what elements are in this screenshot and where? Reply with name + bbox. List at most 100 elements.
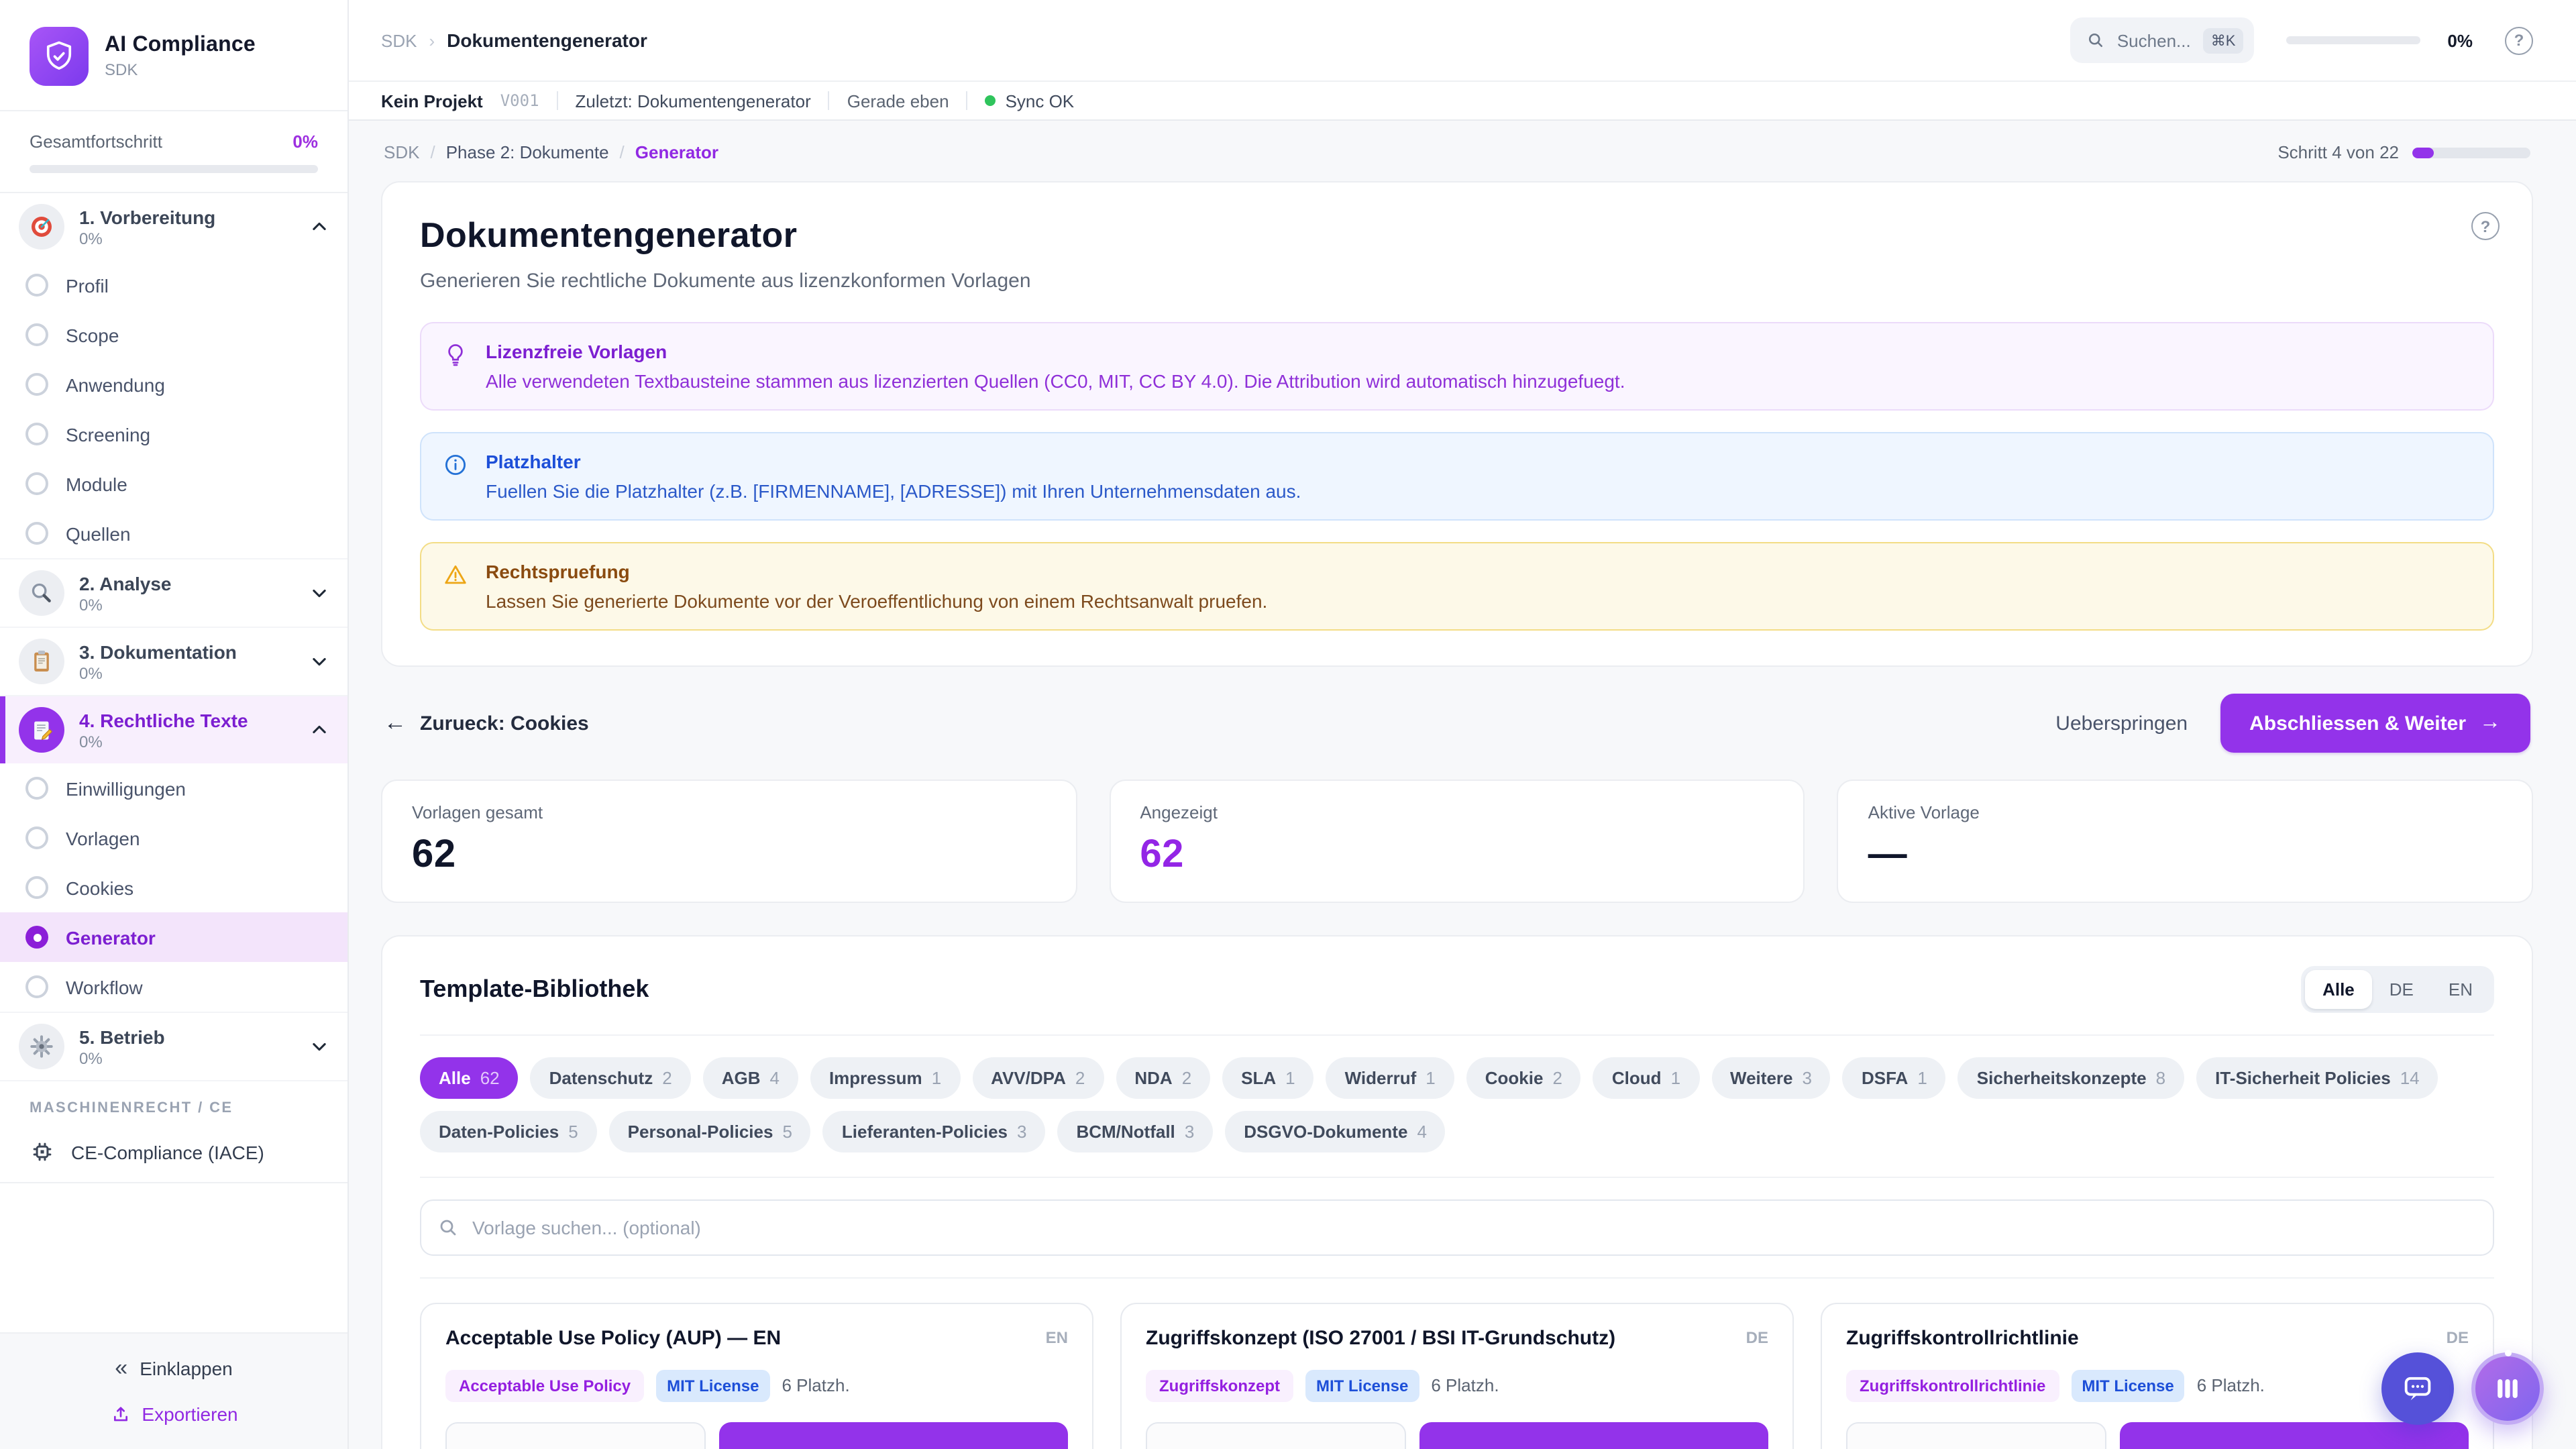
filter-chip-dsfa[interactable]: DSFA1 <box>1843 1057 1946 1099</box>
section-text: 3. Dokumentation0% <box>79 641 295 682</box>
sidebar-item-screening[interactable]: Screening <box>0 409 347 459</box>
chip-count: 5 <box>782 1122 792 1142</box>
sidebar-item-module[interactable]: Module <box>0 459 347 508</box>
filter-chip-nda[interactable]: NDA2 <box>1116 1057 1210 1099</box>
lang-tab-de[interactable]: DE <box>2372 970 2431 1009</box>
filter-chip-widerruf[interactable]: Widerruf1 <box>1326 1057 1454 1099</box>
chip-count: 2 <box>1552 1068 1562 1088</box>
section-progress: 0% <box>79 1049 295 1067</box>
radio-icon <box>25 777 48 800</box>
filter-chip-it-sicherheit-policies[interactable]: IT-Sicherheit Policies14 <box>2196 1057 2438 1099</box>
sidebar-section-3-dokumentation: 3. Dokumentation0% <box>0 628 347 696</box>
chip-label: IT-Sicherheit Policies <box>2215 1068 2391 1088</box>
template-category-tag: Zugriffskontrollrichtlinie <box>1846 1369 2059 1401</box>
template-search-input[interactable] <box>420 1199 2494 1256</box>
last-saved-time: Gerade eben <box>847 91 949 111</box>
info-icon <box>443 452 468 478</box>
collapse-sidebar-button[interactable]: « Einklappen <box>115 1355 233 1382</box>
divider <box>828 91 830 110</box>
sidebar-section-1-vorbereitung: 1. Vorbereitung0%ProfilScopeAnwendungScr… <box>0 193 347 559</box>
filter-chip-alle[interactable]: Alle62 <box>420 1057 519 1099</box>
filter-chip-personal-policies[interactable]: Personal-Policies5 <box>609 1111 811 1152</box>
sidebar-section-5-betrieb: 5. Betrieb0% <box>0 1013 347 1081</box>
chip-label: AVV/DPA <box>991 1068 1066 1088</box>
template-secondary-button[interactable] <box>445 1421 706 1449</box>
filter-chip-impressum[interactable]: Impressum1 <box>810 1057 960 1099</box>
filter-chip-cookie[interactable]: Cookie2 <box>1466 1057 1581 1099</box>
section-text: 2. Analyse0% <box>79 572 295 614</box>
lightbulb-icon <box>443 342 468 368</box>
stat-card-angezeigt: Angezeigt62 <box>1109 780 1805 903</box>
sidebar-item-generator[interactable]: Generator <box>0 912 347 962</box>
filter-chip-lieferanten-policies[interactable]: Lieferanten-Policies3 <box>823 1111 1046 1152</box>
breadcrumb-phase[interactable]: Phase 2: Dokumente <box>446 142 609 162</box>
overall-progress: Gesamtfortschritt 0% <box>0 111 347 193</box>
filter-chip-avv-dpa[interactable]: AVV/DPA2 <box>972 1057 1104 1099</box>
template-primary-button[interactable] <box>2120 1421 2469 1449</box>
template-title: Zugriffskontrollrichtlinie <box>1846 1326 2079 1352</box>
topbar-breadcrumb: SDK › Dokumentengenerator <box>381 30 2057 51</box>
sidebar-section-header-5-betrieb[interactable]: 5. Betrieb0% <box>0 1013 347 1080</box>
filter-chip-weitere[interactable]: Weitere3 <box>1711 1057 1831 1099</box>
sidebar-item-scope[interactable]: Scope <box>0 310 347 360</box>
sync-dot-icon <box>985 95 996 106</box>
radio-icon <box>25 522 48 545</box>
chevron-down-icon <box>310 1037 329 1056</box>
filter-chip-agb[interactable]: AGB4 <box>703 1057 798 1099</box>
chip-count: 3 <box>1185 1122 1194 1142</box>
sidebar-item-label: Cookies <box>66 877 133 898</box>
template-secondary-button[interactable] <box>1146 1421 1406 1449</box>
lang-tab-en[interactable]: EN <box>2431 970 2490 1009</box>
sidebar-item-cookies[interactable]: Cookies <box>0 863 347 912</box>
breadcrumb-sdk[interactable]: SDK <box>384 142 419 162</box>
chip-count: 5 <box>568 1122 578 1142</box>
template-actions <box>1146 1421 1768 1449</box>
finish-next-button[interactable]: Abschliessen & Weiter → <box>2220 694 2530 753</box>
template-grid: Acceptable Use Policy (AUP) — ENENAccept… <box>420 1303 2494 1449</box>
sidebar-item-anwendung[interactable]: Anwendung <box>0 360 347 409</box>
stat-value: — <box>1868 833 2502 877</box>
overall-progress-label: Gesamtfortschritt <box>30 131 162 152</box>
sidebar-section-header-1-vorbereitung[interactable]: 1. Vorbereitung0% <box>0 193 347 260</box>
sidebar-item-ce-compliance[interactable]: CE-Compliance (IACE) <box>0 1127 347 1183</box>
lang-tab-alle[interactable]: Alle <box>2305 970 2372 1009</box>
filter-chip-sla[interactable]: SLA1 <box>1222 1057 1313 1099</box>
sidebar-section-header-3-dokumentation[interactable]: 3. Dokumentation0% <box>0 628 347 695</box>
chip-label: Impressum <box>829 1068 922 1088</box>
template-meta: ZugriffskonzeptMIT License6 Platzh. <box>1146 1369 1768 1401</box>
page-breadcrumb: SDK / Phase 2: Dokumente / Generator <box>384 142 718 162</box>
chevron-down-icon <box>310 584 329 602</box>
sidebar-item-quellen[interactable]: Quellen <box>0 508 347 558</box>
filter-chip-sicherheitskonzepte[interactable]: Sicherheitskonzepte8 <box>1958 1057 2184 1099</box>
filter-chip-dsgvo-dokumente[interactable]: DSGVO-Dokumente4 <box>1225 1111 1446 1152</box>
filter-chip-bcm-notfall[interactable]: BCM/Notfall3 <box>1057 1111 1213 1152</box>
filter-chip-cloud[interactable]: Cloud1 <box>1593 1057 1699 1099</box>
panel-toggle-button[interactable] <box>2471 1352 2544 1425</box>
sidebar-item-einwilligungen[interactable]: Einwilligungen <box>0 763 347 813</box>
global-search-input[interactable]: Suchen... ⌘K <box>2070 17 2255 63</box>
breadcrumb-root[interactable]: SDK <box>381 30 417 50</box>
sidebar-item-workflow[interactable]: Workflow <box>0 962 347 1012</box>
section-progress: 0% <box>79 663 295 682</box>
project-name: Kein Projekt <box>381 91 483 111</box>
template-primary-button[interactable] <box>719 1421 1068 1449</box>
sidebar-item-vorlagen[interactable]: Vorlagen <box>0 813 347 863</box>
export-button[interactable]: Exportieren <box>109 1403 237 1425</box>
template-secondary-button[interactable] <box>1846 1421 2106 1449</box>
filter-chip-datenschutz[interactable]: Datenschutz2 <box>531 1057 691 1099</box>
help-icon[interactable]: ? <box>2505 26 2533 54</box>
filter-chip-daten-policies[interactable]: Daten-Policies5 <box>420 1111 597 1152</box>
sidebar-item-profil[interactable]: Profil <box>0 260 347 310</box>
template-primary-button[interactable] <box>1419 1421 1768 1449</box>
help-icon[interactable]: ? <box>2471 212 2500 240</box>
skip-button[interactable]: Ueberspringen <box>2055 712 2188 735</box>
back-button[interactable]: ← Zurueck: Cookies <box>384 710 589 737</box>
overall-progress-value: 0% <box>292 131 318 152</box>
chip-count: 3 <box>1803 1068 1812 1088</box>
sync-status: Sync OK <box>985 91 1075 111</box>
step-progress-bar <box>2412 147 2530 158</box>
divider <box>967 91 968 110</box>
sidebar-section-header-2-analyse[interactable]: 2. Analyse0% <box>0 559 347 627</box>
sidebar-section-header-4-rechtliche-texte[interactable]: 4. Rechtliche Texte0% <box>0 696 347 763</box>
chat-button[interactable] <box>2381 1352 2454 1425</box>
